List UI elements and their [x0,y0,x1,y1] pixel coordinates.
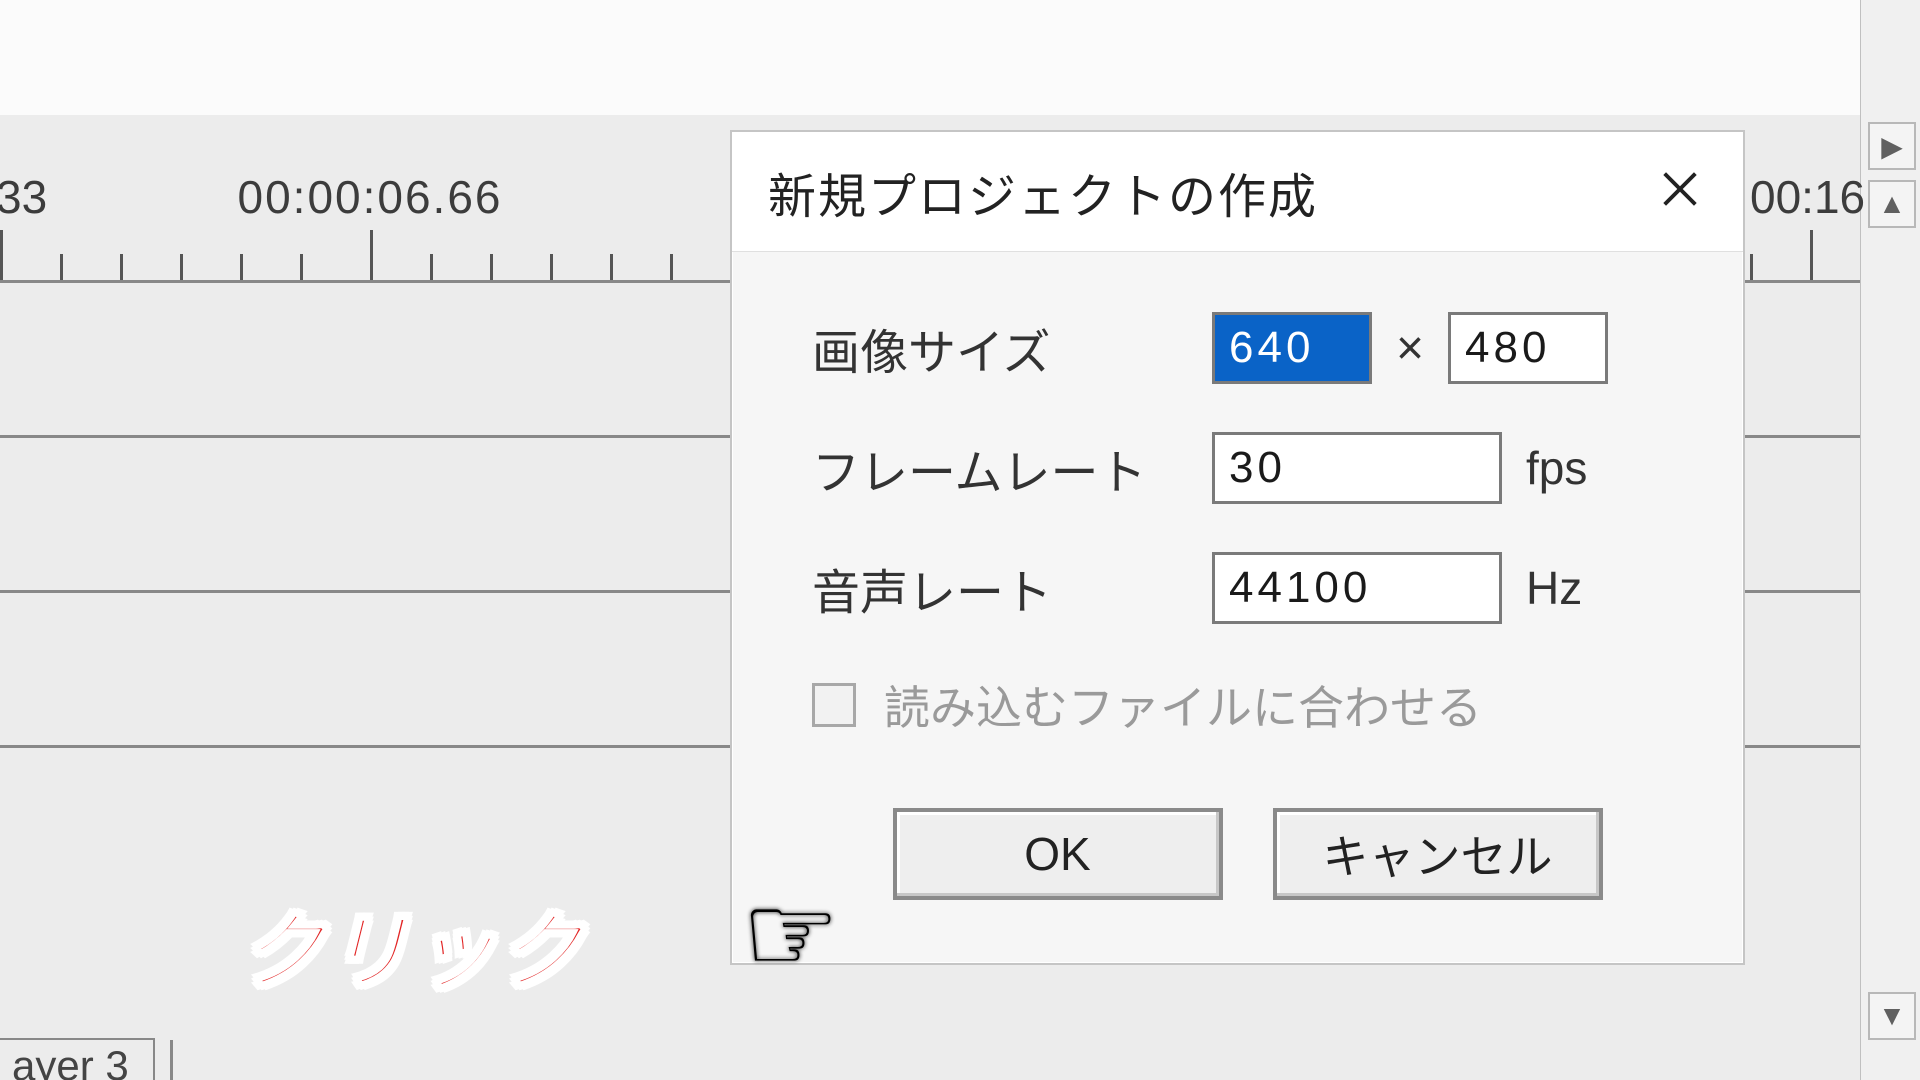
image-size-label: 画像サイズ [812,313,1212,383]
timeline-time-partial-right: 00:16 [1750,170,1865,224]
match-file-label: 読み込むファイルに合わせる [884,672,1482,738]
multiply-symbol: × [1396,321,1424,376]
dialog-title: 新規プロジェクトの作成 [768,157,1318,227]
scrollbar-panel: ▶ ▲ ▼ [1860,0,1920,1080]
match-file-checkbox [812,683,856,727]
ok-button[interactable]: OK [893,808,1223,900]
scroll-up-button[interactable]: ▲ [1868,180,1916,228]
hz-unit: Hz [1526,561,1582,615]
dialog-titlebar[interactable]: 新規プロジェクトの作成 [732,132,1743,252]
audio-rate-input[interactable] [1212,552,1502,624]
width-input[interactable] [1212,312,1372,384]
cancel-button[interactable]: キャンセル [1273,808,1603,900]
scroll-right-button[interactable]: ▶ [1868,122,1916,170]
fps-unit: fps [1526,441,1587,495]
close-button[interactable] [1645,157,1715,227]
frame-rate-label: フレームレート [812,433,1212,503]
annotation-click-text: クリック [240,885,584,1006]
layer-tab-separator [170,1040,173,1080]
timeline-time-label: 00:00:06.66 [237,170,502,224]
new-project-dialog: 新規プロジェクトの作成 画像サイズ × フレームレート fps 音声レート Hz… [730,130,1745,965]
frame-rate-input[interactable] [1212,432,1502,504]
layer-tab[interactable]: ayer 3 [0,1038,155,1080]
scroll-down-button[interactable]: ▼ [1868,992,1916,1040]
height-input[interactable] [1448,312,1608,384]
audio-rate-label: 音声レート [812,553,1212,623]
background-top [0,0,1920,115]
close-icon [1657,166,1703,217]
pointing-hand-icon: ☜ [700,870,840,990]
